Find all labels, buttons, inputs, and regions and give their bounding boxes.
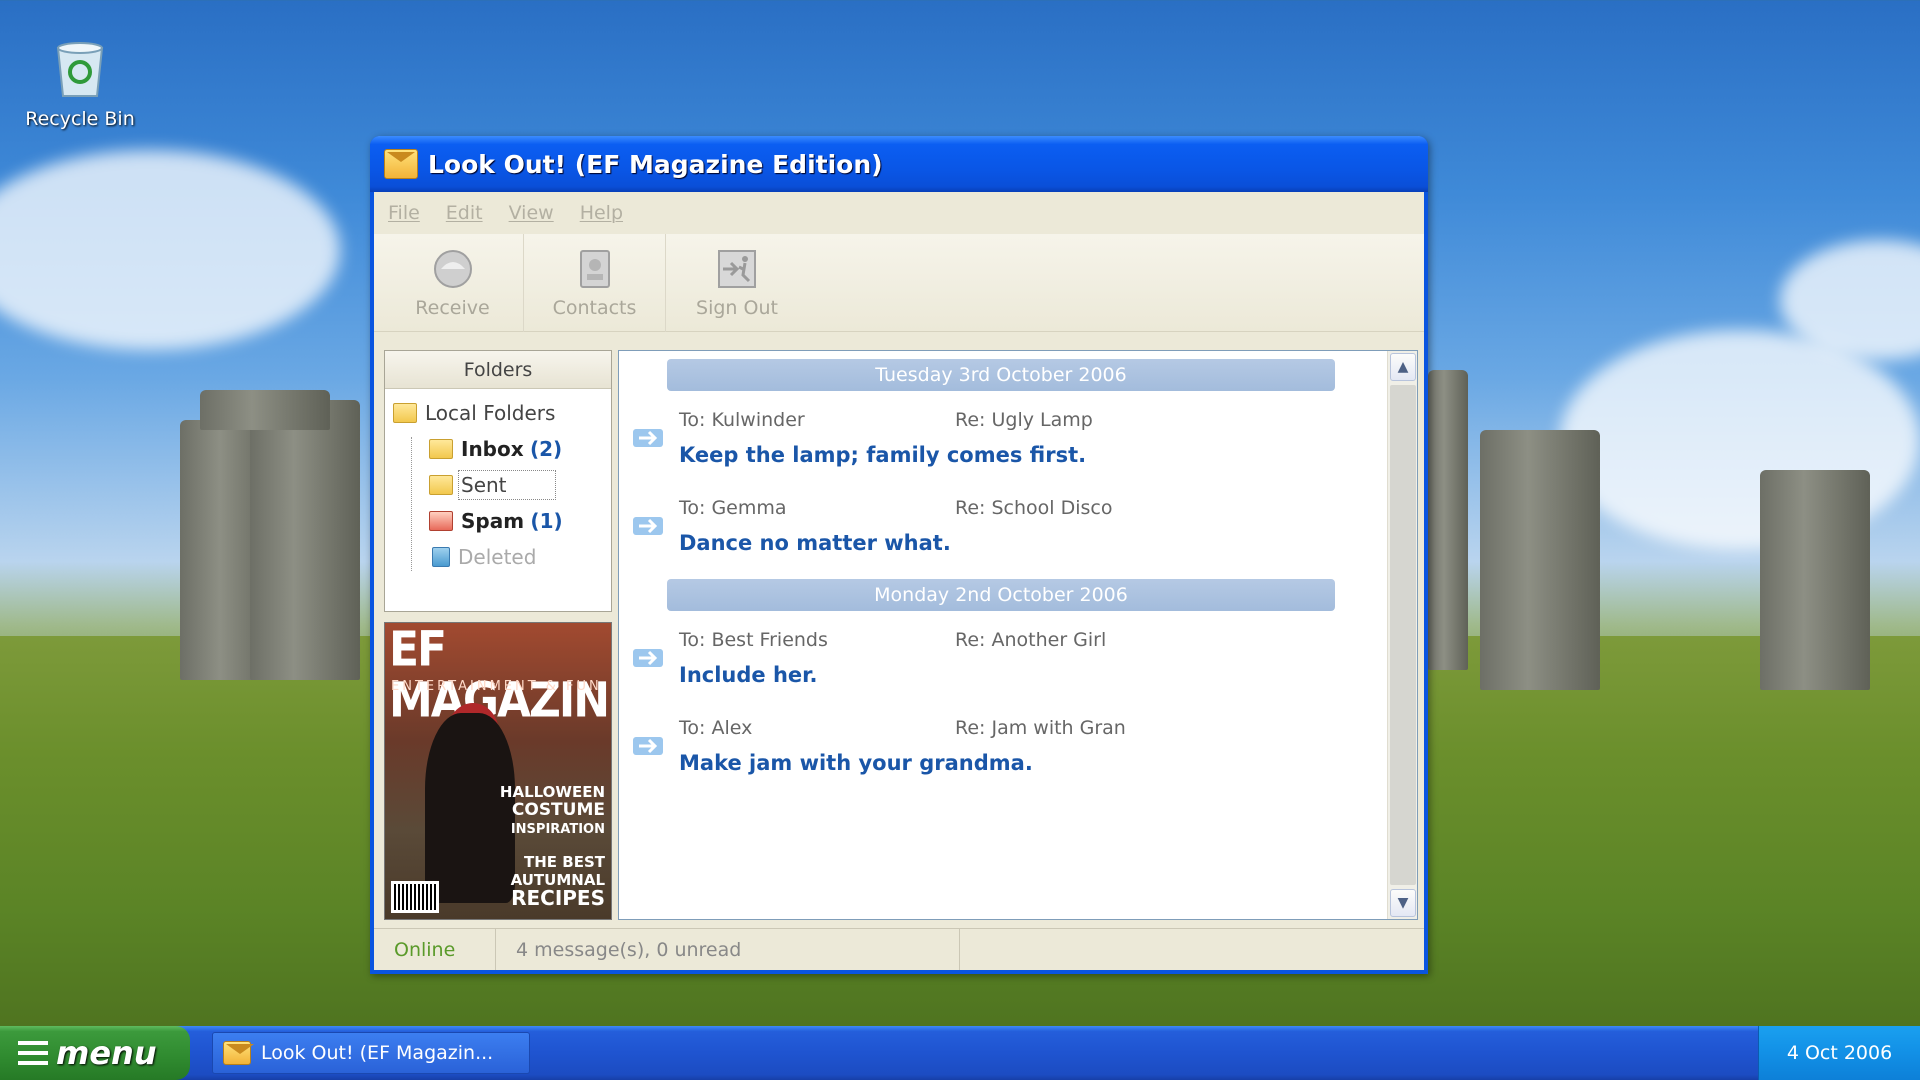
mail-envelope-icon (223, 1041, 254, 1065)
folder-spam[interactable]: Spam (1) (393, 503, 603, 539)
desktop-icon-recycle-bin[interactable]: Recycle Bin (22, 38, 138, 130)
folder-deleted[interactable]: Deleted (393, 539, 603, 575)
sign-out-label: Sign Out (696, 297, 778, 319)
trash-icon (432, 547, 450, 567)
message-recipient: To: Kulwinder (679, 409, 805, 431)
start-label: menu (56, 1034, 157, 1072)
message-recipient: To: Best Friends (679, 629, 828, 651)
folder-label: Local Folders (425, 401, 556, 425)
folder-icon (393, 403, 417, 423)
chevron-up-icon: ▲ (1397, 359, 1409, 375)
toolbar: Receive Contacts Sign Out (374, 234, 1424, 332)
folder-local-folders[interactable]: Local Folders (393, 395, 603, 431)
folders-header: Folders (385, 351, 611, 389)
folder-inbox[interactable]: Inbox (2) (393, 431, 603, 467)
date-group-header: Monday 2nd October 2006 (667, 579, 1335, 611)
message-row[interactable]: To: Kulwinder Re: Ugly Lamp Keep the lam… (619, 409, 1379, 479)
scroll-up-button[interactable]: ▲ (1390, 353, 1416, 381)
magazine-line: RECIPES (511, 886, 605, 910)
folder-label: Inbox (461, 437, 524, 461)
mail-envelope-icon (384, 149, 418, 179)
sent-folder-icon (429, 475, 453, 495)
scroll-down-button[interactable]: ▼ (1390, 889, 1416, 917)
message-body: Make jam with your grandma. (679, 751, 1033, 775)
contacts-label: Contacts (552, 297, 637, 319)
clock-date: 4 Oct 2006 (1786, 1042, 1893, 1064)
scroll-thumb[interactable] (1390, 385, 1416, 885)
folder-sent[interactable]: Sent (393, 467, 603, 503)
menu-icon (18, 1041, 48, 1065)
magazine-subtitle: ENTERTAINMENT & FUN (391, 679, 602, 694)
start-menu-button[interactable]: menu (0, 1026, 190, 1080)
message-row[interactable]: To: Alex Re: Jam with Gran Make jam with… (619, 717, 1379, 787)
taskbar: menu Look Out! (EF Magazin... 4 Oct 2006 (0, 1026, 1920, 1080)
app-window: Look Out! (EF Magazine Edition) File Edi… (370, 136, 1428, 974)
folder-label: Spam (461, 509, 525, 533)
date-group-header: Tuesday 3rd October 2006 (667, 359, 1335, 391)
menu-view[interactable]: View (509, 202, 554, 224)
magazine-title: EF MAGAZINE (389, 622, 612, 729)
menu-bar: File Edit View Help (374, 192, 1424, 234)
magazine-cover-ad[interactable]: EF MAGAZINE ENTERTAINMENT & FUN HALLOWEE… (384, 622, 612, 920)
receive-label: Receive (415, 297, 490, 319)
contacts-button[interactable]: Contacts (524, 234, 666, 332)
folder-label: Sent (458, 470, 556, 500)
status-bar: Online 4 message(s), 0 unread (374, 928, 1424, 970)
contacts-icon (573, 247, 617, 291)
message-row[interactable]: To: Gemma Re: School Disco Dance no matt… (619, 497, 1379, 567)
barcode-image (391, 881, 439, 913)
folders-panel: Folders Local Folders Inbox (2) Sent Spa… (384, 350, 612, 612)
message-subject: Re: School Disco (955, 497, 1113, 519)
unread-count: (1) (530, 509, 563, 533)
title-bar[interactable]: Look Out! (EF Magazine Edition) (370, 136, 1428, 192)
sent-arrow-icon (633, 427, 665, 449)
sent-arrow-icon (633, 515, 665, 537)
vertical-scrollbar[interactable]: ▲ ▼ (1387, 351, 1417, 919)
sent-arrow-icon (633, 647, 665, 669)
magazine-line: COSTUME (511, 800, 605, 820)
taskbar-item-label: Look Out! (EF Magazin... (261, 1042, 494, 1064)
message-list: Tuesday 3rd October 2006 To: Kulwinder R… (618, 350, 1418, 920)
magazine-line: THE BEST (524, 853, 605, 871)
magazine-line: INSPIRATION (510, 822, 605, 837)
recycle-bin-icon (52, 38, 108, 100)
receive-icon (431, 247, 475, 291)
desktop-icon-label: Recycle Bin (25, 108, 135, 130)
window-title: Look Out! (EF Magazine Edition) (428, 149, 883, 179)
message-body: Include her. (679, 663, 818, 687)
message-recipient: To: Gemma (679, 497, 787, 519)
folder-label: Deleted (458, 545, 537, 569)
sign-out-button[interactable]: Sign Out (666, 234, 808, 332)
menu-help[interactable]: Help (580, 202, 623, 224)
message-row[interactable]: To: Best Friends Re: Another Girl Includ… (619, 629, 1379, 699)
message-subject: Re: Jam with Gran (955, 717, 1126, 739)
taskbar-item-look-out[interactable]: Look Out! (EF Magazin... (212, 1032, 530, 1074)
menu-edit[interactable]: Edit (446, 202, 483, 224)
chevron-down-icon: ▼ (1397, 895, 1409, 911)
sign-out-icon (715, 247, 759, 291)
magazine-line: HALLOWEEN (499, 783, 605, 801)
spam-folder-icon (429, 511, 453, 531)
cover-figure (425, 713, 515, 903)
menu-file[interactable]: File (388, 202, 420, 224)
receive-button[interactable]: Receive (382, 234, 524, 332)
system-tray-clock[interactable]: 4 Oct 2006 (1758, 1026, 1920, 1080)
sent-arrow-icon (633, 735, 665, 757)
message-recipient: To: Alex (679, 717, 753, 739)
message-body: Keep the lamp; family comes first. (679, 443, 1087, 467)
message-summary: 4 message(s), 0 unread (496, 929, 960, 970)
connection-status: Online (374, 929, 496, 970)
message-body: Dance no matter what. (679, 531, 951, 555)
folder-tree: Local Folders Inbox (2) Sent Spam (1) De… (385, 389, 611, 581)
message-subject: Re: Ugly Lamp (955, 409, 1093, 431)
unread-count: (2) (530, 437, 563, 461)
message-subject: Re: Another Girl (955, 629, 1107, 651)
inbox-folder-icon (429, 439, 453, 459)
